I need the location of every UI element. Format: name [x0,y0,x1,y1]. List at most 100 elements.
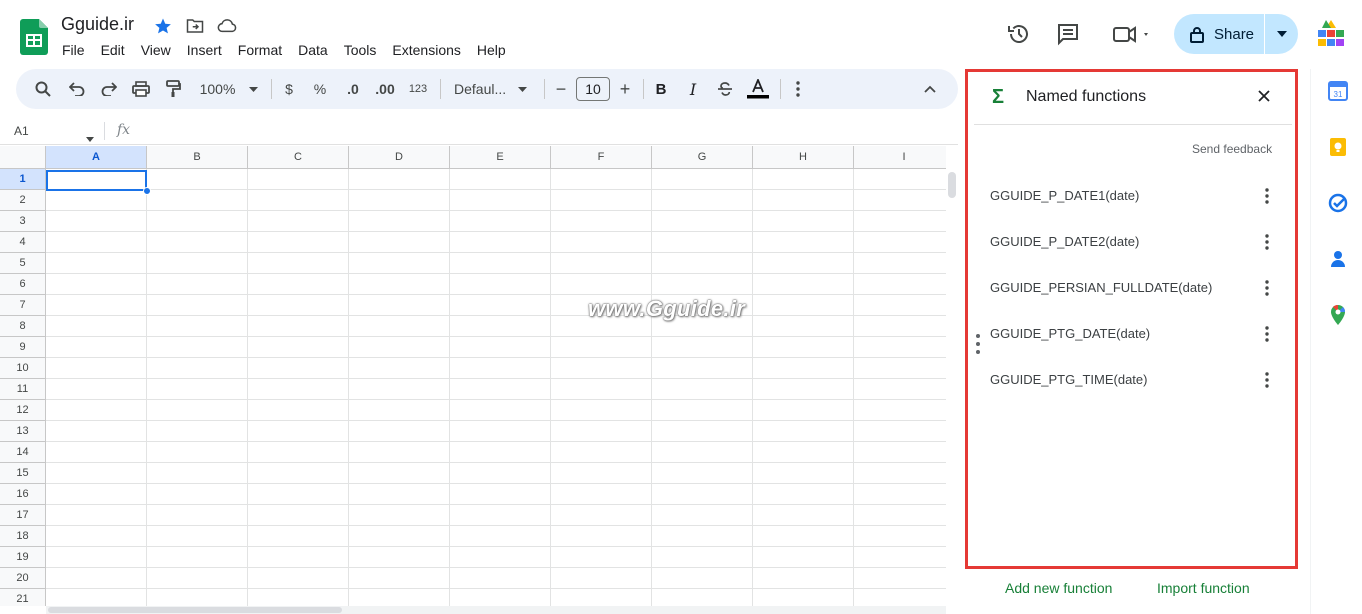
undo-icon[interactable] [64,69,90,109]
redo-icon[interactable] [96,69,122,109]
decrease-font-size-button[interactable]: − [551,69,571,109]
spreadsheet-grid[interactable]: A B C D E F G H I 1 2 3 4 5 6 7 8 9 10 11 12 13 14 15 16 17 18 19 20… [0,146,946,606]
document-title[interactable]: Gguide.ir [61,14,134,35]
row-header[interactable]: 17 [0,505,46,526]
move-folder-icon[interactable] [184,15,206,37]
decrease-decimal-label: .0 [347,81,359,97]
column-header[interactable]: G [652,146,753,169]
version-history-icon[interactable] [1005,20,1033,48]
fill-handle[interactable] [143,187,151,195]
add-new-function-button[interactable]: Add new function [1005,580,1112,596]
row-header[interactable]: 9 [0,337,46,358]
row-header[interactable]: 7 [0,295,46,316]
more-options-icon[interactable] [788,69,808,109]
panel-resize-handle-icon[interactable] [975,333,981,360]
collapse-toolbar-icon[interactable] [918,69,942,109]
menu-data[interactable]: Data [298,42,328,58]
more-vert-icon[interactable] [1260,279,1274,297]
named-function-item[interactable]: GGUIDE_PTG_TIME(date) [990,372,1147,387]
row-header[interactable]: 15 [0,463,46,484]
share-dropdown-button[interactable] [1265,14,1298,54]
decrease-decimal-button[interactable]: .0 [338,69,368,109]
zoom-select[interactable]: 100% [194,69,264,109]
more-vert-icon[interactable] [1260,233,1274,251]
row-header[interactable]: 16 [0,484,46,505]
horizontal-scrollbar[interactable] [48,607,342,613]
maps-icon[interactable] [1327,304,1349,326]
named-function-item[interactable]: GGUIDE_PERSIAN_FULLDATE(date) [990,280,1212,295]
menu-format[interactable]: Format [238,42,282,58]
row-header[interactable]: 5 [0,253,46,274]
import-function-button[interactable]: Import function [1157,580,1250,596]
column-header[interactable]: B [147,146,248,169]
menu-extensions[interactable]: Extensions [392,42,460,58]
text-color-icon[interactable] [745,69,771,109]
row-header[interactable]: 4 [0,232,46,253]
row-header[interactable]: 11 [0,379,46,400]
google-apps-icon[interactable] [1317,18,1345,48]
close-icon[interactable] [1258,89,1270,107]
increase-font-size-button[interactable]: + [615,69,635,109]
send-feedback-link[interactable]: Send feedback [1192,142,1272,156]
column-header[interactable]: I [854,146,946,169]
italic-button[interactable]: I [682,69,704,109]
sheets-logo-icon[interactable] [20,19,48,55]
column-header[interactable]: A [46,146,147,169]
vertical-scrollbar[interactable] [948,172,956,198]
more-vert-icon[interactable] [1260,371,1274,389]
strikethrough-icon[interactable] [713,69,737,109]
bold-button[interactable]: B [650,69,672,109]
named-function-item[interactable]: GGUIDE_P_DATE1(date) [990,188,1139,203]
menu-help[interactable]: Help [477,42,506,58]
column-header[interactable]: C [248,146,349,169]
row-header[interactable]: 19 [0,547,46,568]
row-header[interactable]: 14 [0,442,46,463]
named-function-item[interactable]: GGUIDE_PTG_DATE(date) [990,326,1150,341]
contacts-icon[interactable] [1327,248,1349,270]
column-header[interactable]: D [349,146,450,169]
paint-format-icon[interactable] [160,69,186,109]
row-header[interactable]: 3 [0,211,46,232]
menu-insert[interactable]: Insert [187,42,222,58]
tasks-icon[interactable] [1327,192,1349,214]
increase-decimal-button[interactable]: .00 [370,69,400,109]
row-header[interactable]: 18 [0,526,46,547]
row-header[interactable]: 20 [0,568,46,589]
row-header[interactable]: 2 [0,190,46,211]
menu-view[interactable]: View [141,42,171,58]
keep-icon[interactable] [1327,136,1349,158]
column-header[interactable]: E [450,146,551,169]
menu-edit[interactable]: Edit [101,42,125,58]
format-currency-button[interactable]: $ [278,69,300,109]
row-header[interactable]: 1 [0,169,46,190]
comments-icon[interactable] [1054,20,1082,48]
selected-cell[interactable] [46,170,147,191]
more-formats-button[interactable]: 123 [404,69,432,109]
row-header[interactable]: 8 [0,316,46,337]
menu-tools[interactable]: Tools [344,42,377,58]
row-header[interactable]: 13 [0,421,46,442]
named-function-item[interactable]: GGUIDE_P_DATE2(date) [990,234,1139,249]
font-family-select[interactable]: Defaul... [448,69,534,109]
font-size-input[interactable]: 10 [576,77,610,101]
format-percent-button[interactable]: % [309,69,331,109]
lock-icon [1190,26,1204,43]
calendar-icon[interactable]: 31 [1327,80,1349,102]
more-vert-icon[interactable] [1260,325,1274,343]
row-header[interactable]: 21 [0,589,46,606]
row-header[interactable]: 6 [0,274,46,295]
print-icon[interactable] [128,69,154,109]
star-icon[interactable] [152,15,174,37]
column-header[interactable]: H [753,146,854,169]
row-header[interactable]: 10 [0,358,46,379]
row-header[interactable]: 12 [0,400,46,421]
meet-icon[interactable] [1110,20,1154,48]
more-vert-icon[interactable] [1260,187,1274,205]
share-button[interactable]: Share [1174,14,1264,54]
select-all-corner[interactable] [0,146,46,169]
cloud-saved-icon[interactable] [216,15,238,37]
column-header[interactable]: F [551,146,652,169]
name-box[interactable]: A1 [14,124,29,138]
search-menus-icon[interactable] [30,69,56,109]
menu-file[interactable]: File [62,42,85,58]
